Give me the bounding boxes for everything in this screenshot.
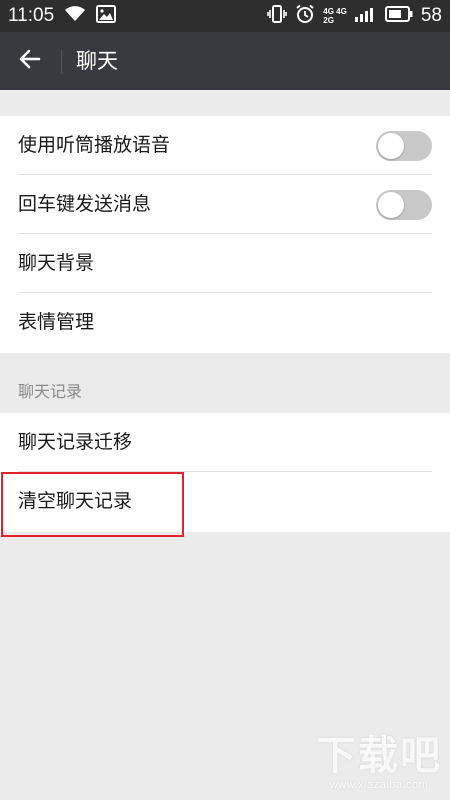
setting-label: 清空聊天记录 [18, 490, 133, 512]
title-bar: 聊天 [0, 32, 450, 90]
status-bar: 11:05 4G 4G 2G 58 [0, 0, 450, 32]
setting-row-enter-to-send[interactable]: 回车键发送消息 [18, 175, 432, 234]
setting-label: 聊天背景 [18, 252, 95, 274]
toggle-knob [378, 133, 404, 159]
chat-history-section-header: 聊天记录 [18, 382, 83, 401]
setting-label: 表情管理 [18, 311, 95, 333]
setting-row-clear-chat-history[interactable]: 清空聊天记录 [18, 472, 432, 532]
enter-to-send-toggle[interactable] [376, 190, 432, 220]
setting-label: 聊天记录迁移 [18, 431, 133, 453]
setting-label: 回车键发送消息 [18, 193, 152, 215]
setting-row-migrate-chat-history[interactable]: 聊天记录迁移 [18, 413, 432, 472]
title-divider [61, 49, 62, 73]
toggle-knob [378, 192, 404, 218]
setting-row-chat-background[interactable]: 聊天背景 [18, 234, 432, 293]
status-left-icons [64, 5, 116, 27]
network-type: 4G 4G 2G [323, 7, 347, 25]
status-time: 11:05 [8, 5, 55, 26]
earpiece-voice-toggle[interactable] [376, 131, 432, 161]
arrow-left-icon [18, 47, 42, 75]
alarm-icon [295, 4, 315, 28]
watermark: 下载吧 www.xiazaiba.com [316, 733, 442, 792]
setting-label: 使用听筒播放语音 [18, 134, 171, 156]
watermark-text: 下载吧 [316, 733, 442, 779]
setting-row-earpiece-voice[interactable]: 使用听筒播放语音 [18, 116, 432, 175]
signal-icon [354, 6, 377, 26]
watermark-url: www.xiazaiba.com [329, 779, 429, 791]
page-title: 聊天 [76, 49, 118, 73]
settings-group: 使用听筒播放语音 回车键发送消息 聊天背景 表情管理 [0, 116, 450, 353]
setting-row-sticker-management[interactable]: 表情管理 [18, 293, 432, 353]
image-icon [96, 5, 116, 27]
wifi-icon [64, 5, 86, 27]
chat-history-group: 聊天记录迁移 清空聊天记录 [0, 413, 450, 532]
network-type-bottom: 2G [323, 16, 334, 25]
network-type-top: 4G 4G [323, 7, 347, 16]
back-button[interactable] [10, 41, 50, 81]
battery-percent: 58 [420, 5, 442, 26]
battery-icon [384, 6, 413, 26]
vibrate-icon [267, 4, 288, 28]
status-right-icons: 4G 4G 2G 58 [267, 4, 442, 28]
